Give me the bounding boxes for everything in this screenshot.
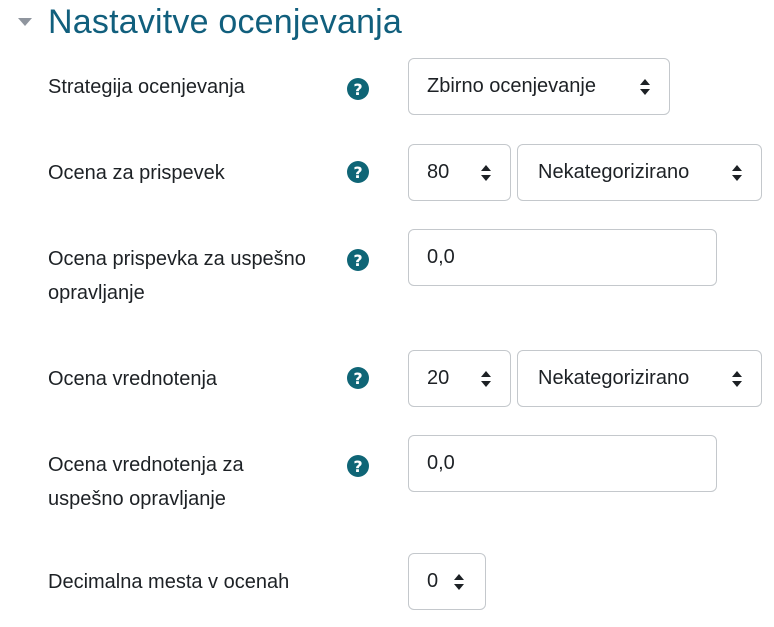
submission-grade-select[interactable]: 80 [408, 144, 511, 201]
submission-pass-grade-label: Ocena prispevka za uspešno opravljanje [48, 242, 348, 310]
submission-pass-grade-label-line1: Ocena prispevka za uspešno [48, 248, 306, 270]
form-row-assessment-pass-grade: Ocena vrednotenja za uspešno opravljanje… [0, 435, 774, 519]
submission-grade-category-select[interactable]: Nekategorizirano [517, 144, 762, 201]
submission-pass-grade-input[interactable]: 0,0 [408, 229, 717, 286]
decimal-places-value: 0 [427, 570, 439, 592]
form-row-assessment-grade: Ocena vrednotenja ? 20 Nekategorizirano [0, 350, 774, 407]
submission-grade-category-value: Nekategorizirano [538, 161, 690, 183]
section-header-toggle[interactable]: Nastavitve ocenjevanja [10, 0, 402, 44]
assessment-pass-grade-input[interactable]: 0,0 [408, 435, 717, 492]
help-icon[interactable]: ? [347, 161, 369, 183]
assessment-pass-grade-label-line2: uspešno opravljanje [48, 488, 226, 510]
assessment-grade-value: 20 [427, 367, 450, 389]
caret-down-icon[interactable] [10, 7, 40, 37]
submission-pass-grade-label-line2: opravljanje [48, 282, 145, 304]
assessment-pass-grade-label: Ocena vrednotenja za uspešno opravljanje [48, 448, 348, 516]
select-arrows-icon [480, 164, 492, 182]
decimal-places-label: Decimalna mesta v ocenah [48, 571, 290, 593]
form-row-submission-pass-grade: Ocena prispevka za uspešno opravljanje ?… [0, 229, 774, 313]
form-row-decimal-places: Decimalna mesta v ocenah 0 [0, 553, 774, 610]
assessment-grade-select[interactable]: 20 [408, 350, 511, 407]
help-icon[interactable]: ? [347, 455, 369, 477]
decimal-places-select[interactable]: 0 [408, 553, 486, 610]
submission-pass-grade-value: 0,0 [427, 246, 455, 268]
assessment-grade-category-select[interactable]: Nekategorizirano [517, 350, 762, 407]
assessment-pass-grade-value: 0,0 [427, 452, 455, 474]
submission-grade-label: Ocena za prispevek [48, 162, 225, 184]
help-icon[interactable]: ? [347, 78, 369, 100]
select-arrows-icon [731, 370, 743, 388]
help-icon[interactable]: ? [347, 367, 369, 389]
form-row-grading-strategy: Strategija ocenjevanja ? Zbirno ocenjeva… [0, 58, 774, 115]
select-arrows-icon [639, 78, 651, 96]
grading-strategy-label: Strategija ocenjevanja [48, 76, 245, 98]
submission-grade-value: 80 [427, 161, 450, 183]
assessment-pass-grade-label-line1: Ocena vrednotenja za [48, 454, 244, 476]
grading-strategy-select[interactable]: Zbirno ocenjevanje [408, 58, 670, 115]
grading-strategy-value: Zbirno ocenjevanje [427, 75, 596, 97]
select-arrows-icon [480, 370, 492, 388]
section-title: Nastavitve ocenjevanja [48, 3, 403, 41]
form-row-submission-grade: Ocena za prispevek ? 80 Nekategorizirano [0, 144, 774, 201]
select-arrows-icon [453, 573, 465, 591]
assessment-grade-category-value: Nekategorizirano [538, 367, 690, 389]
help-icon[interactable]: ? [347, 249, 369, 271]
select-arrows-icon [731, 164, 743, 182]
assessment-grade-label: Ocena vrednotenja [48, 368, 218, 390]
